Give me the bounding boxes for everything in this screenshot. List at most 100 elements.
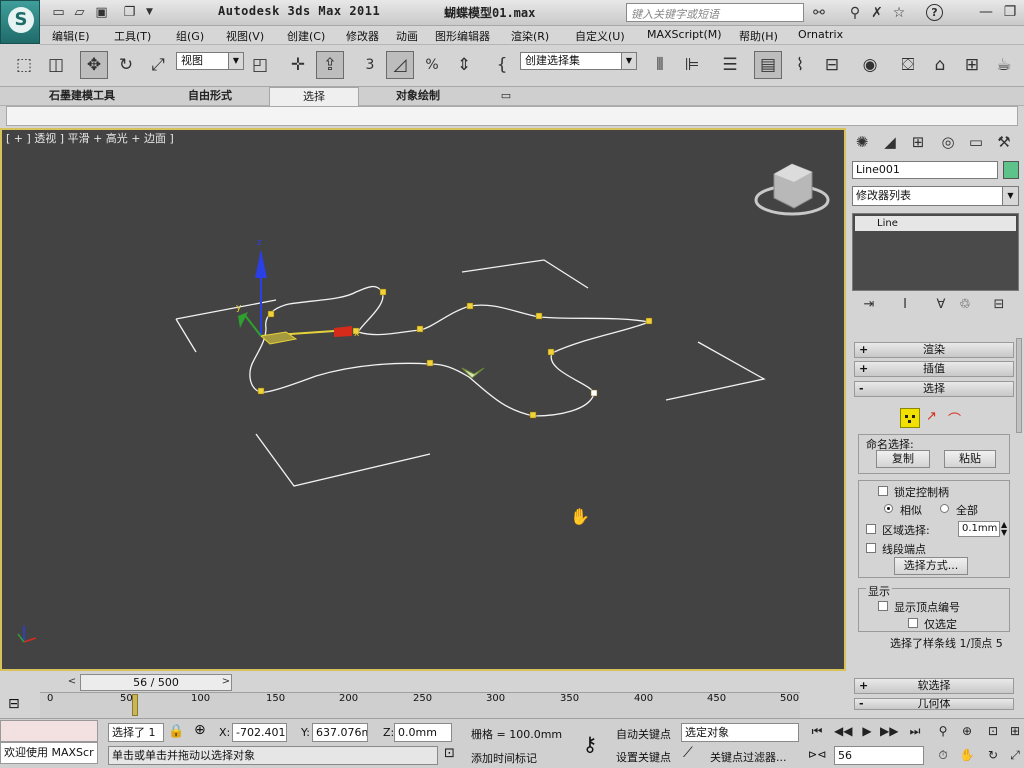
- make-unique-icon[interactable]: ∀: [930, 296, 952, 314]
- angle-snap-icon[interactable]: ◿: [386, 51, 414, 79]
- gizmo-y-axis[interactable]: [243, 313, 262, 337]
- set-key-button[interactable]: 设置关键点: [616, 749, 671, 765]
- area-selection-spinner[interactable]: 0.1mm: [958, 521, 1000, 537]
- shape-line-bottom[interactable]: [255, 433, 431, 487]
- hierarchy-tab-icon[interactable]: ⊞: [906, 130, 930, 154]
- menu-create[interactable]: 创建(C): [287, 28, 325, 44]
- teapot-icon[interactable]: ☕: [990, 51, 1018, 79]
- vertex[interactable]: [379, 288, 387, 296]
- shape-line-top-right[interactable]: [461, 259, 589, 289]
- butterfly-object[interactable]: [461, 367, 485, 379]
- rollout-soft-selection[interactable]: + 软选择: [854, 678, 1014, 694]
- zoom-icon[interactable]: ⚲: [934, 722, 952, 740]
- spinner-arrows-icon[interactable]: ▲ ▼: [1001, 521, 1007, 537]
- menu-group[interactable]: 组(G): [176, 28, 204, 44]
- menu-modifiers[interactable]: 修改器: [346, 28, 379, 44]
- zoom-all-icon[interactable]: ⊕: [958, 722, 976, 740]
- tab-object-paint[interactable]: 对象绘制: [370, 87, 466, 106]
- select-object-icon[interactable]: ⬚: [10, 51, 38, 79]
- pin-stack-icon[interactable]: ⇥: [858, 296, 880, 314]
- binoculars-icon[interactable]: ⚯: [810, 4, 828, 22]
- selected-vertex[interactable]: [590, 389, 598, 397]
- restore-icon[interactable]: ❐: [996, 2, 1024, 22]
- search-input[interactable]: 键入关键字或短语: [626, 3, 804, 22]
- vertex[interactable]: [416, 325, 424, 333]
- show-vertex-numbers-checkbox[interactable]: [878, 601, 888, 611]
- mini-curve-toggle[interactable]: ⊟: [0, 692, 40, 718]
- select-by-button[interactable]: 选择方式...: [894, 557, 968, 575]
- align-icon[interactable]: ⊫: [678, 51, 706, 79]
- curve-editor-icon[interactable]: ⌇: [786, 51, 814, 79]
- display-tab-icon[interactable]: ▭: [964, 130, 988, 154]
- open-file-icon[interactable]: ▱: [71, 4, 88, 21]
- wrench-icon[interactable]: ✗: [868, 4, 886, 22]
- menu-graph-editors[interactable]: 图形编辑器: [435, 28, 490, 44]
- select-manipulate-icon[interactable]: ✛: [284, 51, 312, 79]
- selected-only-checkbox[interactable]: [908, 618, 918, 628]
- key-filters-button[interactable]: 关键点过滤器...: [710, 749, 787, 765]
- vertex[interactable]: [547, 348, 555, 356]
- command-panel-scrollbar[interactable]: [1016, 338, 1022, 433]
- y-coordinate-field[interactable]: 637.076mr: [312, 723, 368, 742]
- modify-tab-icon[interactable]: ◢: [878, 130, 902, 154]
- rollout-selection[interactable]: - 选择: [854, 381, 1014, 397]
- configure-sets-icon[interactable]: ⊟: [988, 296, 1010, 314]
- next-frame-arrow-icon[interactable]: >: [220, 674, 232, 691]
- reference-coord-combo[interactable]: 视图 ▼: [176, 52, 244, 70]
- auto-key-button[interactable]: 自动关键点: [616, 726, 671, 742]
- render-frame-icon[interactable]: ⌂: [926, 51, 954, 79]
- spline-mode-icon[interactable]: ⌒: [948, 409, 961, 428]
- orbit-icon[interactable]: ↻: [984, 746, 1002, 764]
- keyboard-shortcut-icon[interactable]: ⇪: [316, 51, 344, 79]
- vertex-mode-button[interactable]: [900, 408, 920, 428]
- menu-rendering[interactable]: 渲染(R): [511, 28, 549, 44]
- time-config-icon[interactable]: ⏱: [934, 746, 952, 764]
- menu-views[interactable]: 视图(V): [226, 28, 264, 44]
- menu-customize[interactable]: 自定义(U): [575, 28, 625, 44]
- rollout-rendering[interactable]: + 渲染: [854, 342, 1014, 358]
- perspective-viewport[interactable]: z y x ✋: [0, 128, 846, 671]
- go-to-start-icon[interactable]: ⏮: [808, 722, 826, 740]
- render-setup-icon[interactable]: ⛋: [894, 51, 922, 79]
- modifier-list-combo[interactable]: 修改器列表 ▼: [852, 186, 1019, 206]
- prev-frame-arrow-icon[interactable]: <: [66, 674, 78, 691]
- tab-freeform[interactable]: 自由形式: [160, 87, 260, 106]
- select-region-icon[interactable]: ◫: [42, 51, 70, 79]
- segment-end-checkbox[interactable]: [866, 543, 876, 553]
- create-tab-icon[interactable]: ✺: [850, 130, 874, 154]
- viewport-scene[interactable]: z y x ✋: [4, 132, 846, 671]
- show-end-result-icon[interactable]: Ⅰ: [894, 296, 916, 314]
- current-frame-marker[interactable]: [132, 694, 138, 716]
- time-slider[interactable]: 56 / 500: [80, 674, 232, 691]
- shape-line-left[interactable]: [175, 318, 197, 353]
- menu-tools[interactable]: 工具(T): [114, 28, 151, 44]
- next-frame-icon[interactable]: ▶▶: [880, 722, 898, 740]
- gizmo-z-arrow[interactable]: [255, 250, 267, 278]
- segment-mode-icon[interactable]: ↗: [926, 409, 937, 424]
- utilities-tab-icon[interactable]: ⚒: [992, 130, 1016, 154]
- save-file-icon[interactable]: ▣: [93, 4, 110, 21]
- rollout-interpolation[interactable]: + 插值: [854, 361, 1014, 377]
- add-time-tag-button[interactable]: 添加时间标记: [471, 750, 537, 766]
- spline-line001[interactable]: [249, 285, 652, 417]
- render-production-icon[interactable]: ⊞: [958, 51, 986, 79]
- schematic-view-icon[interactable]: ⊟: [818, 51, 846, 79]
- move-gizmo[interactable]: z y x: [236, 238, 360, 345]
- remove-modifier-icon[interactable]: ♲: [954, 296, 976, 314]
- pan-view-icon[interactable]: ✋: [958, 746, 976, 764]
- menu-ornatrix[interactable]: Ornatrix: [798, 28, 843, 41]
- lock-selection-icon[interactable]: 🔒: [168, 724, 184, 739]
- current-frame-field[interactable]: 56: [834, 746, 924, 765]
- key-tangent-icon[interactable]: ⟋: [683, 745, 693, 761]
- shape-line-right[interactable]: [665, 341, 766, 401]
- rollout-geometry[interactable]: - 几何体: [854, 698, 1014, 710]
- menu-help[interactable]: 帮助(H): [739, 28, 778, 44]
- vertex[interactable]: [426, 359, 434, 367]
- vertex[interactable]: [267, 310, 275, 318]
- maxscript-listener-top[interactable]: [0, 720, 98, 742]
- percent-snap-icon[interactable]: %: [418, 51, 446, 79]
- select-scale-icon[interactable]: ⤢: [144, 51, 172, 79]
- project-folder-icon[interactable]: ❐: [121, 4, 138, 21]
- layer-manager-icon[interactable]: ☰: [716, 51, 744, 79]
- spinner-snap-icon[interactable]: ⇕: [450, 51, 478, 79]
